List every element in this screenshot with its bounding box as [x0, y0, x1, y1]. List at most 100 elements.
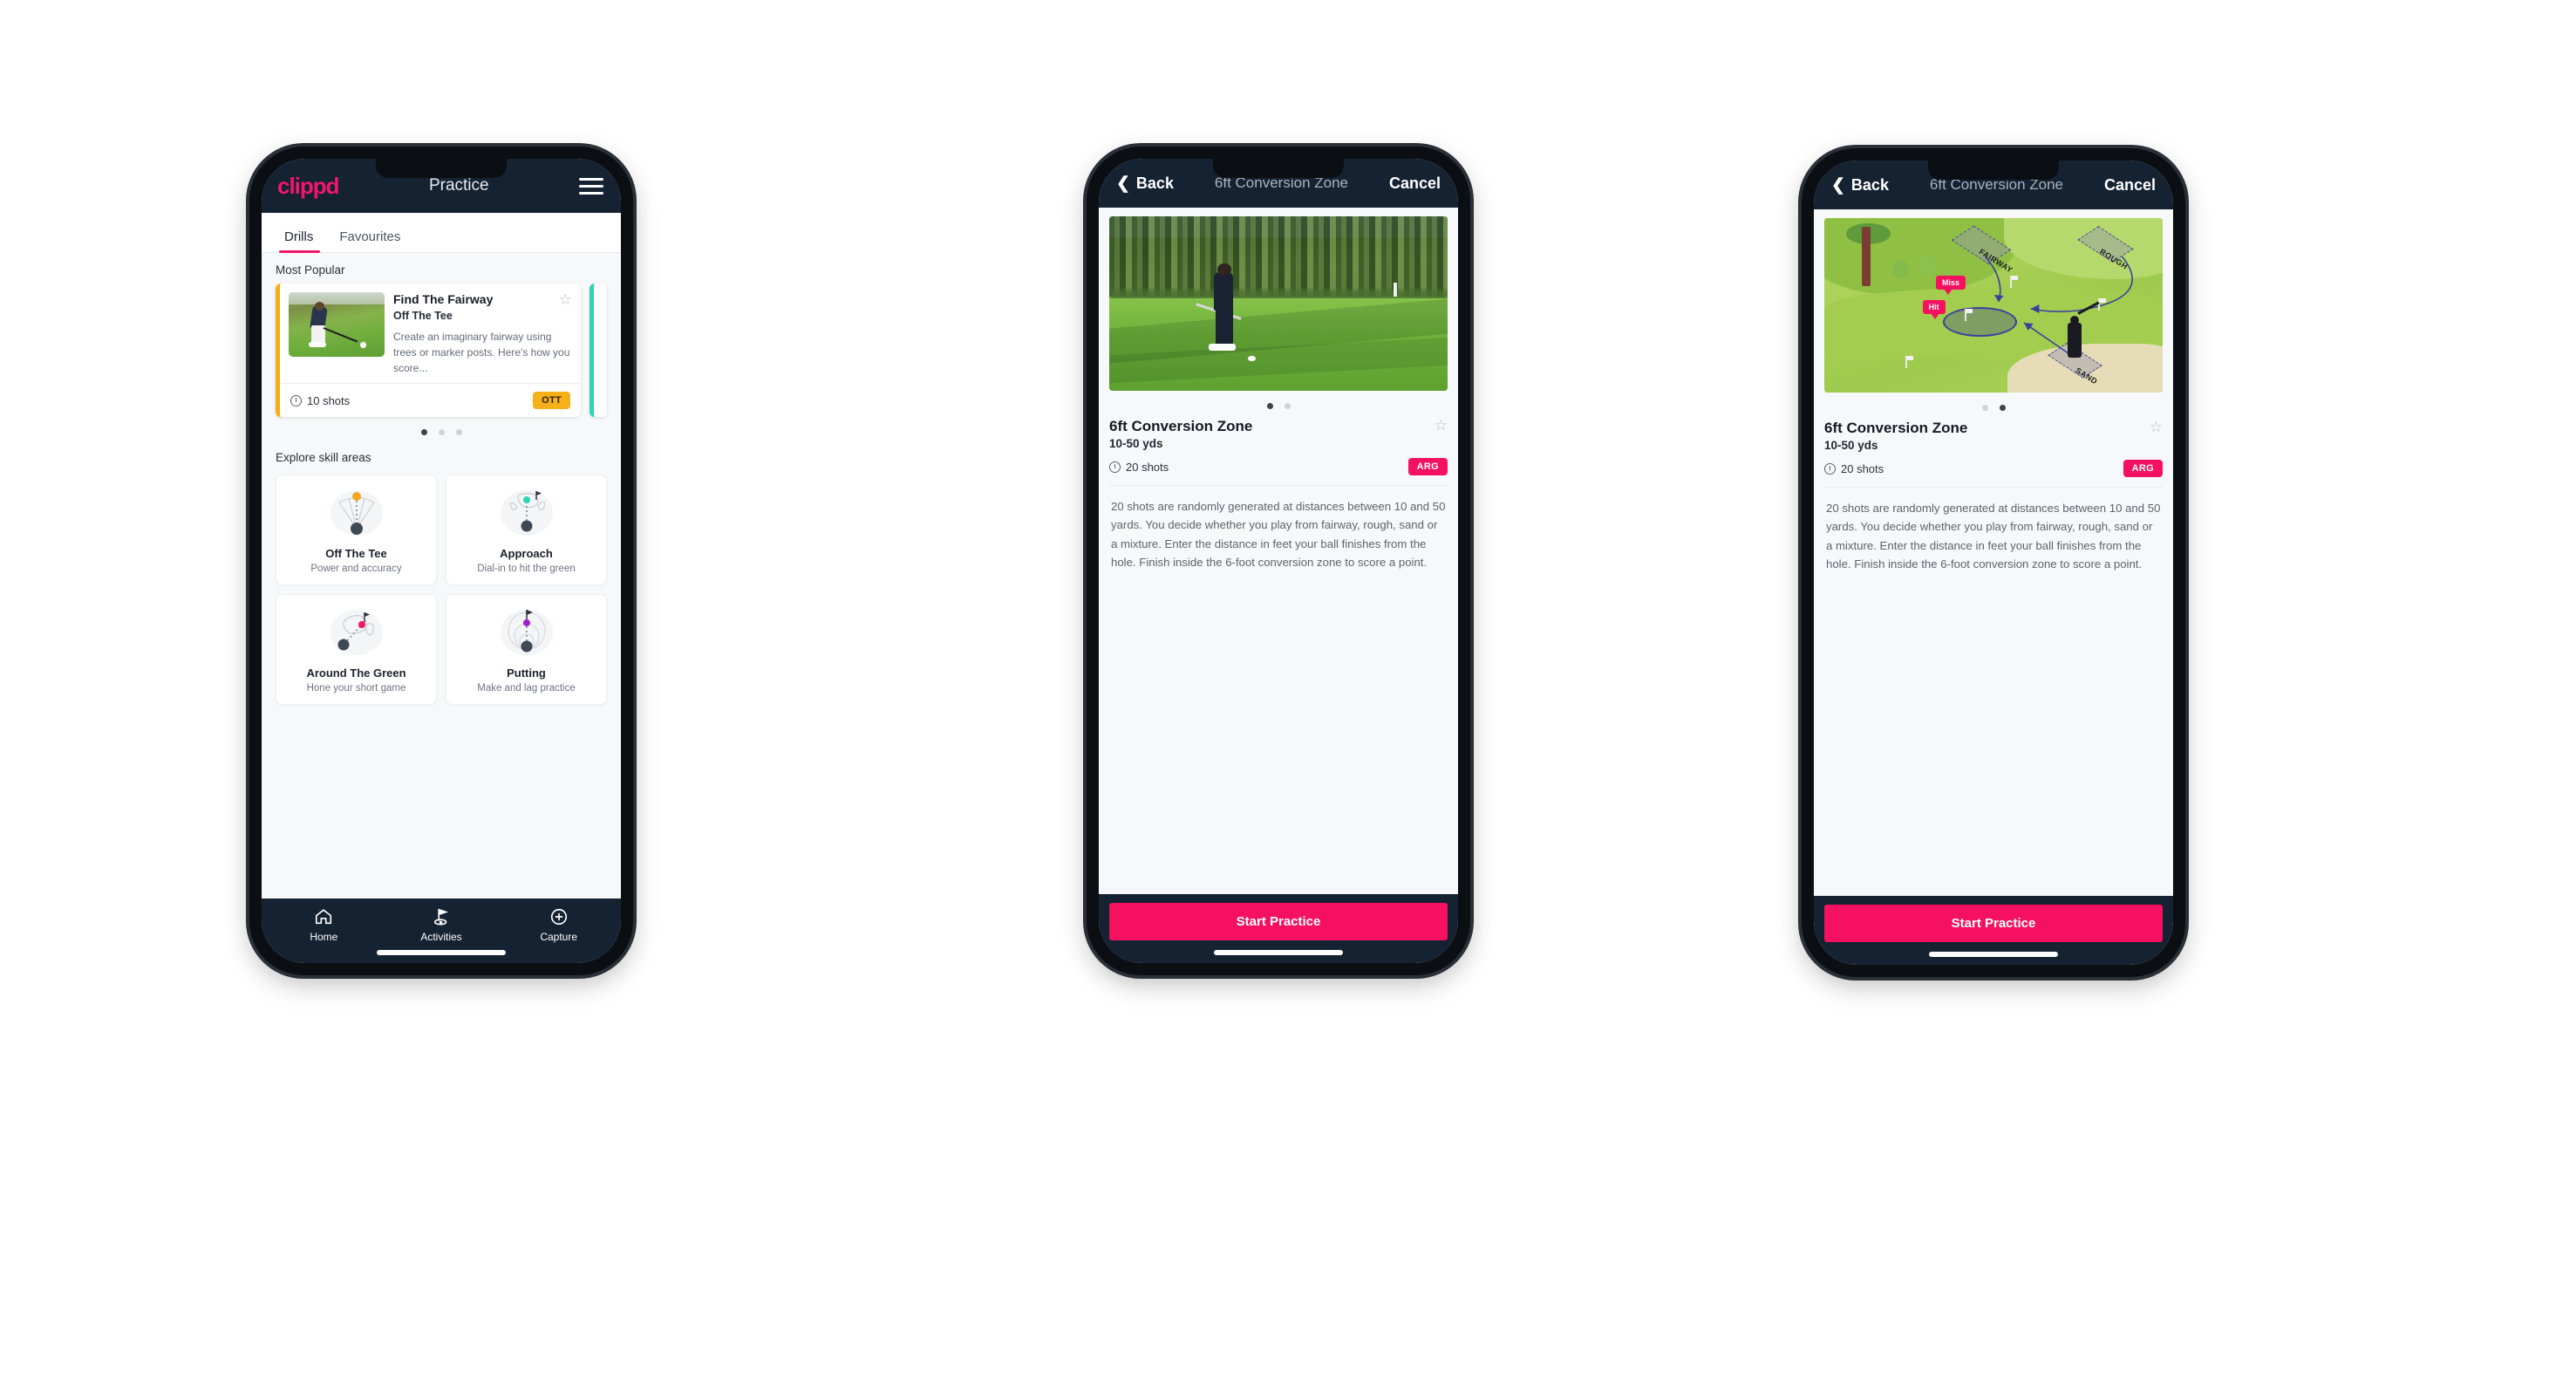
tab-drills[interactable]: Drills — [272, 229, 327, 253]
status-badge-arg: ARG — [2123, 460, 2163, 477]
back-label: Back — [1850, 175, 1889, 194]
drill-card-find-the-fairway[interactable]: Find The Fairway Off The Tee ☆ Create an… — [276, 284, 581, 418]
screenshot-stage: clippd Practice Drills Favourites Most P… — [0, 0, 2576, 1387]
skill-name: Putting — [507, 666, 546, 680]
phone-notch — [376, 159, 507, 178]
detail-description: 20 shots are randomly generated at dista… — [1111, 500, 1446, 570]
detail-scroll-body[interactable]: 6ft Conversion Zone 10-50 yds ☆ 20 shots… — [1099, 208, 1458, 894]
media-carousel-dots[interactable] — [1824, 393, 2163, 416]
cancel-button[interactable]: Cancel — [1389, 174, 1441, 193]
page-title: Practice — [428, 176, 489, 195]
mini-flag-icon — [2010, 276, 2018, 288]
chevron-left-icon: ❮ — [1831, 175, 1845, 195]
carousel-dot-1[interactable] — [420, 429, 427, 436]
putting-rings-icon — [452, 605, 601, 658]
media-carousel-dots[interactable] — [1109, 391, 1448, 414]
media-dot-1[interactable] — [1266, 403, 1273, 409]
nav-label: Home — [310, 931, 338, 943]
status-badge-ott: OTT — [533, 392, 570, 410]
golfer-photo — [1109, 216, 1448, 391]
shot-trajectory-arrows — [1984, 256, 2133, 359]
drill-subtitle: Off The Tee — [393, 309, 453, 322]
tab-bar: Drills Favourites — [262, 213, 621, 253]
drill-illustration[interactable]: FAIRWAY ROUGH SAND Miss Hit — [1824, 218, 2163, 393]
section-skill-areas-label: Explore skill areas — [276, 451, 371, 465]
skill-card-off-the-tee[interactable]: Off The Tee Power and accuracy — [276, 475, 437, 586]
skill-name: Around The Green — [306, 666, 406, 680]
phone-mockup-drill-detail-video: ❮ Back 6ft Conversion Zone Cancel 6ft Co… — [1087, 147, 1470, 975]
drill-video-thumbnail[interactable] — [1109, 216, 1448, 391]
phone1-screen: clippd Practice Drills Favourites Most P… — [262, 159, 621, 963]
phone-mockup-drill-detail-diagram: ❮ Back 6ft Conversion Zone Cancel FAIRWA… — [1802, 148, 2185, 977]
carousel-dots[interactable] — [262, 417, 621, 441]
status-badge-arg: ARG — [1407, 458, 1448, 475]
course-diagram: FAIRWAY ROUGH SAND Miss Hit — [1824, 218, 2163, 393]
drill-title: Find The Fairway — [393, 292, 494, 306]
skill-name: Approach — [500, 547, 553, 561]
back-button[interactable]: ❮ Back — [1116, 174, 1174, 193]
nav-item-capture[interactable]: Capture — [500, 906, 617, 943]
phone2-screen: ❮ Back 6ft Conversion Zone Cancel 6ft Co… — [1099, 159, 1458, 963]
phone3-screen: ❮ Back 6ft Conversion Zone Cancel FAIRWA… — [1814, 161, 2173, 965]
detail-description: 20 shots are randomly generated at dista… — [1826, 502, 2161, 571]
drill-card-next-peek[interactable] — [589, 284, 607, 418]
detail-subtitle: 10-50 yds — [1824, 439, 1878, 452]
practice-scroll-body[interactable]: Most Popular Find The Fairway Off The Te… — [262, 253, 621, 898]
around-green-icon — [282, 605, 431, 658]
skill-desc: Dial-in to hit the green — [477, 564, 576, 575]
drill-thumbnail-image — [289, 292, 385, 357]
home-indicator — [1929, 952, 2058, 957]
media-dot-2[interactable] — [1284, 403, 1291, 409]
skill-desc: Make and lag practice — [477, 683, 576, 694]
clock-icon — [1824, 462, 1836, 475]
detail-scroll-body[interactable]: FAIRWAY ROUGH SAND Miss Hit 6ft Conversi… — [1814, 209, 2173, 896]
drill-shots-label: 10 shots — [307, 393, 351, 407]
tab-favourites[interactable]: Favourites — [327, 229, 414, 252]
media-dot-2[interactable] — [1999, 405, 2006, 411]
detail-shots: 20 shots — [1109, 461, 1169, 474]
star-outline-icon[interactable]: ☆ — [559, 292, 572, 307]
drill-shots: 10 shots — [290, 394, 350, 407]
skill-card-approach[interactable]: Approach Dial-in to hit the green — [446, 475, 607, 586]
mini-flag-icon — [1905, 356, 1913, 368]
nav-item-activities[interactable]: Activities — [383, 906, 501, 943]
skill-card-putting[interactable]: Putting Make and lag practice — [446, 594, 607, 706]
back-label: Back — [1135, 174, 1174, 192]
drill-description: Create an imaginary fairway using trees … — [393, 330, 570, 374]
star-outline-icon[interactable]: ☆ — [1435, 418, 1448, 433]
skill-card-around-the-green[interactable]: Around The Green Hone your short game — [276, 594, 437, 706]
star-outline-icon[interactable]: ☆ — [2150, 420, 2163, 434]
clippd-logo[interactable]: clippd — [277, 173, 340, 200]
start-practice-button[interactable]: Start Practice — [1824, 905, 2163, 942]
nav-label: Capture — [540, 931, 578, 943]
media-dot-1[interactable] — [1981, 405, 1988, 411]
detail-title: 6ft Conversion Zone — [1824, 420, 1968, 436]
carousel-dot-3[interactable] — [455, 429, 462, 436]
drill-card-meta: Find The Fairway Off The Tee ☆ Create an… — [393, 292, 572, 376]
nav-item-home[interactable]: Home — [265, 906, 383, 943]
tee-fan-icon — [282, 486, 431, 538]
start-practice-button[interactable]: Start Practice — [1109, 903, 1448, 940]
skill-desc: Power and accuracy — [310, 564, 402, 575]
cancel-button[interactable]: Cancel — [2104, 176, 2156, 195]
hamburger-menu-icon[interactable] — [578, 177, 603, 195]
drill-card-top: Find The Fairway Off The Tee ☆ Create an… — [280, 284, 581, 383]
detail-shots-label: 20 shots — [1126, 460, 1169, 474]
drill-carousel[interactable]: Find The Fairway Off The Tee ☆ Create an… — [262, 284, 621, 418]
approach-green-icon — [452, 486, 601, 538]
phone-notch — [1928, 161, 2059, 180]
detail-title: 6ft Conversion Zone — [1109, 418, 1253, 434]
carousel-dot-2[interactable] — [438, 429, 445, 436]
phone-notch — [1213, 159, 1344, 178]
skill-areas-grid: Off The Tee Power and accuracy Approach … — [262, 471, 621, 719]
back-button[interactable]: ❮ Back — [1831, 176, 1889, 195]
detail-meta-row: 20 shots ARG — [1824, 460, 2163, 488]
drill-card-footer: 10 shots OTT — [280, 383, 581, 417]
mini-flag-icon — [1965, 309, 1973, 321]
home-icon — [265, 906, 383, 927]
home-indicator — [377, 950, 506, 955]
detail-shots-label: 20 shots — [1841, 461, 1884, 475]
detail-shots: 20 shots — [1824, 462, 1884, 475]
detail-meta-row: 20 shots ARG — [1109, 458, 1448, 486]
mini-flag-icon — [2098, 298, 2106, 311]
